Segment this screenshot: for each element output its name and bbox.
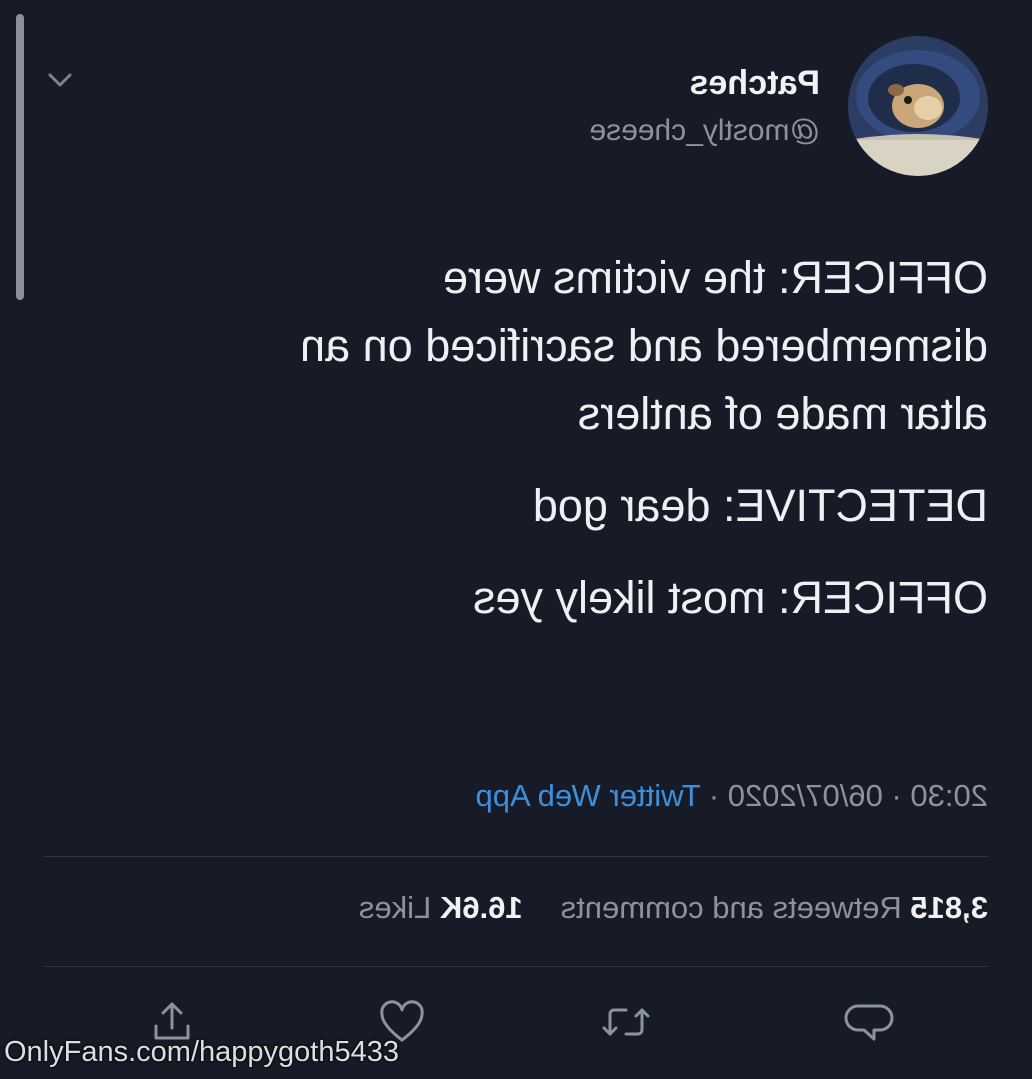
tweet-view: Patches @mostly_cheese OFFICER: the vict… <box>0 0 1032 1079</box>
user-name[interactable]: Patches <box>690 64 820 103</box>
likes-label[interactable]: Likes <box>359 890 431 925</box>
tweet-line: dismembered and sacrificed on an <box>300 320 988 371</box>
meta-separator: · <box>882 778 911 813</box>
meta-separator: · <box>700 778 728 813</box>
divider <box>44 856 988 857</box>
tweet-text: OFFICER: the victims were dismembered an… <box>88 244 988 632</box>
retweets-label[interactable]: Retweets and comments <box>561 890 902 925</box>
tweet-stats: 3,815 Retweets and comments 16.6K Likes <box>359 890 988 926</box>
tweet-time: 20:30 <box>910 778 988 813</box>
reply-icon[interactable] <box>842 996 894 1048</box>
tweet-source-link[interactable]: Twitter Web App <box>476 778 701 813</box>
tweet-date: 06/07/2020 <box>727 778 883 813</box>
tweet-line: DETECTIVE: dear god <box>532 480 988 531</box>
divider <box>44 966 988 967</box>
user-handle[interactable]: @mostly_cheese <box>589 114 820 148</box>
watermark: OnlyFans.com/happygoth5433 <box>4 1036 399 1068</box>
avatar[interactable] <box>848 36 988 176</box>
tweet-meta: 20:30 · 06/07/2020 · Twitter Web App <box>476 778 988 814</box>
scroll-indicator[interactable] <box>16 14 24 300</box>
tweet-line: OFFICER: the victims were <box>442 252 988 303</box>
tweet-line: OFFICER: most likely yes <box>472 572 988 623</box>
tweet-line: altar made of antlers <box>577 388 988 439</box>
chevron-down-icon[interactable] <box>40 60 80 100</box>
likes-count[interactable]: 16.6K <box>440 890 523 925</box>
retweet-icon[interactable] <box>600 996 652 1048</box>
retweets-count[interactable]: 3,815 <box>910 890 988 925</box>
